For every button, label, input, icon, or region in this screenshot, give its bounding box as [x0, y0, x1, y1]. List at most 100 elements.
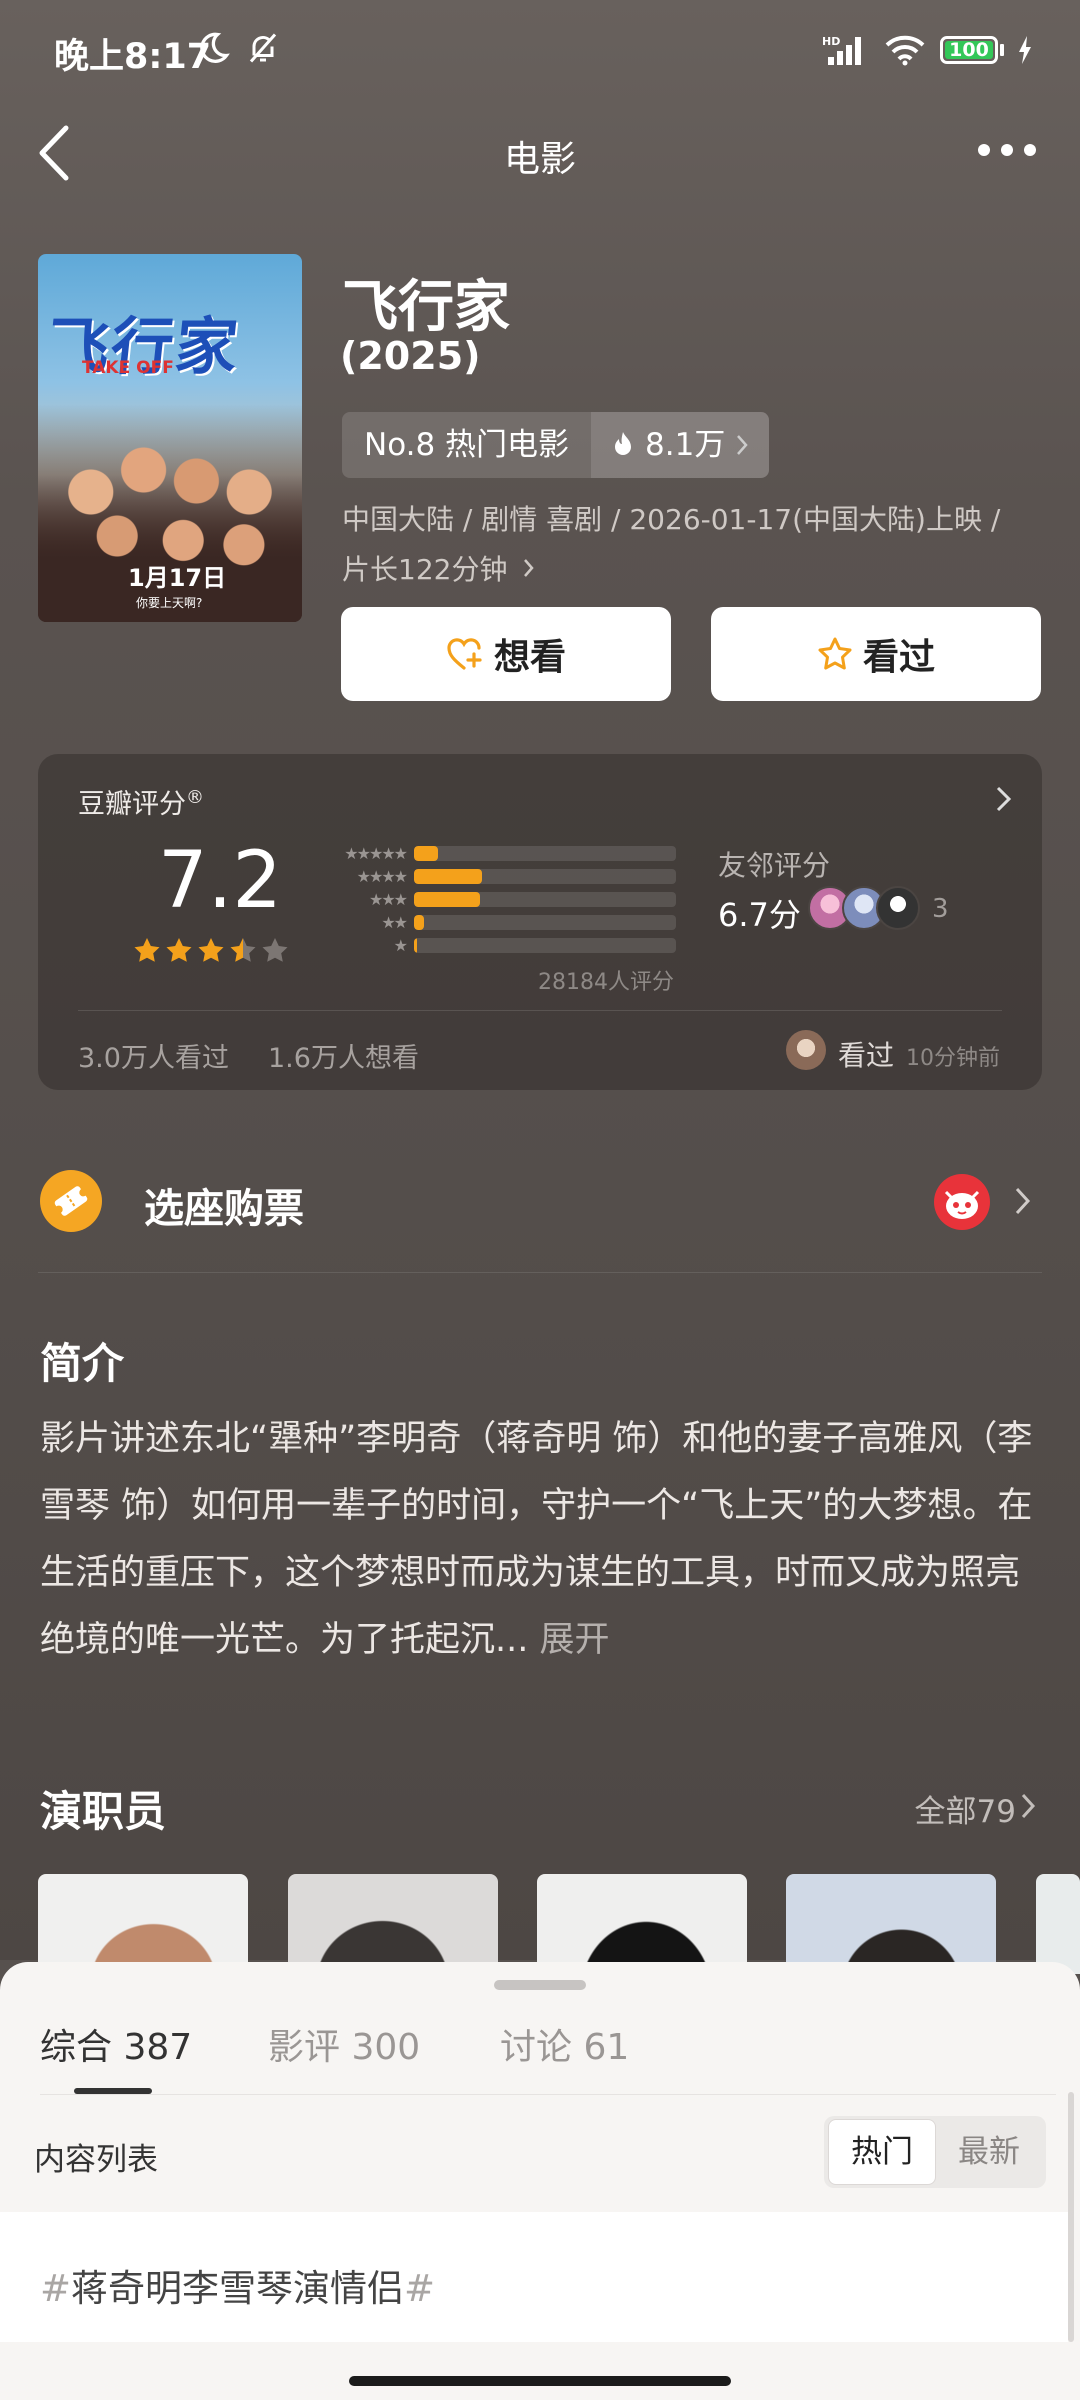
tab-discussions[interactable]: 讨论 61 [500, 2018, 629, 2070]
divider [40, 2094, 1056, 2095]
sheet-drag-handle[interactable] [494, 1980, 586, 1990]
heat-value: 8.1万 [645, 427, 726, 463]
distribution-stars-label: ★★ [381, 913, 408, 932]
poster-subtitle: TAKE OFF [82, 358, 174, 378]
seen-count: 3.0万人看过 [78, 1043, 229, 1074]
avatar [876, 886, 920, 930]
rating-star-icon [198, 938, 224, 962]
divider [38, 1272, 1042, 1273]
cast-member-photo[interactable] [1036, 1874, 1080, 1974]
rating-star-icon [166, 938, 192, 962]
rating-card[interactable]: 豆瓣评分® 7.2 ★★★★★ ★★★★ ★★★ ★★ ★ 28184人评分 友邻评分 … [38, 754, 1042, 1090]
distribution-bar-track [414, 846, 676, 861]
hash-mark: # [40, 2267, 72, 2310]
friends-count: 3 [932, 894, 949, 924]
home-indicator[interactable] [349, 2376, 731, 2386]
rank-label: No.8 热门电影 [364, 427, 570, 463]
distribution-bar-track [414, 915, 676, 930]
battery-level: 100 [945, 41, 993, 60]
avatar [786, 1030, 826, 1070]
status-time: 晚上8:17 [54, 37, 212, 77]
rating-score: 7.2 [158, 836, 283, 926]
chevron-right-icon [996, 786, 1012, 812]
cast-member-photo[interactable] [786, 1874, 996, 1974]
douban-rating-label: 豆瓣评分® [78, 782, 204, 821]
distribution-row: ★★ [310, 911, 730, 934]
distribution-row: ★★★ [310, 888, 730, 911]
registered-mark: ® [186, 787, 204, 808]
divider [78, 1010, 1002, 1011]
chevron-right-icon[interactable] [1020, 1792, 1036, 1820]
flame-icon [615, 432, 632, 455]
maoyan-logo-icon[interactable] [934, 1174, 990, 1230]
seen-label: 看过 [862, 637, 935, 678]
topic-tag[interactable]: #蒋奇明李雪琴演情侣# [40, 2258, 435, 2312]
distribution-bar-fill [414, 915, 425, 930]
rating-star-icon [230, 938, 256, 962]
content-list-label: 内容列表 [34, 2142, 158, 2178]
signal-icon: HD [822, 35, 861, 65]
sort-toggle: 热门 最新 [824, 2116, 1046, 2188]
want-label: 想看 [493, 637, 566, 678]
cast-member-photo[interactable] [537, 1874, 747, 1974]
chevron-right-icon [737, 435, 749, 455]
distribution-bar-track [414, 869, 676, 884]
topic-title: 蒋奇明李雪琴演情侣 [71, 2267, 405, 2310]
bell-off-icon [249, 33, 277, 63]
distribution-stars-label: ★ [393, 936, 408, 955]
want-to-watch-button[interactable]: 想看 [341, 607, 671, 701]
movie-duration: 片长122分钟 [342, 553, 508, 586]
distribution-bar-fill [414, 892, 480, 907]
page-title: 电影 [503, 139, 576, 180]
rank-pill[interactable]: No.8 热门电影 8.1万 [342, 412, 770, 478]
distribution-row: ★★★★★ [310, 842, 730, 865]
scrollbar[interactable] [1068, 2092, 1074, 2342]
friend-avatars [808, 886, 920, 930]
hash-mark: # [404, 2267, 436, 2310]
rating-count: 28184人评分 [538, 970, 674, 995]
movie-poster[interactable]: 飞行家 TAKE OFF 1月17日 你要上天啊? [38, 254, 302, 622]
movie-year: (2025) [340, 334, 481, 378]
moon-icon [200, 32, 230, 63]
bottom-sheet[interactable]: 综合 387 影评 300 讨论 61 内容列表 热门 最新 #蒋奇明李雪琴演情… [0, 1962, 1080, 2400]
tab-overall[interactable]: 综合 387 [40, 2018, 192, 2070]
distribution-bar-fill [414, 938, 417, 953]
charging-icon [1019, 36, 1031, 64]
ticket-icon[interactable] [40, 1170, 102, 1232]
signal-hd-label: HD [822, 35, 840, 48]
cast-member-photo[interactable] [38, 1874, 248, 1974]
douban-rating-text: 豆瓣评分 [78, 789, 186, 820]
sort-latest-button[interactable]: 最新 [936, 2120, 1042, 2184]
distribution-stars-label: ★★★ [368, 890, 408, 909]
cast-all-link[interactable]: 全部79 [915, 1786, 1016, 1831]
intro-text[interactable]: 影片讲述东北“犟种”李明奇（蒋奇明 饰）和他的妻子高雅风（李雪琴 饰）如何用一辈… [40, 1406, 1040, 1674]
battery-icon: 100 [940, 36, 998, 64]
tab-reviews[interactable]: 影评 300 [268, 2018, 420, 2070]
cast-title: 演职员 [40, 1787, 167, 1836]
sort-hot-button[interactable]: 热门 [828, 2119, 936, 2185]
chevron-right-icon[interactable] [1014, 1186, 1032, 1216]
buy-ticket-label[interactable]: 选座购票 [144, 1176, 304, 1234]
poster-tagline: 你要上天啊? [136, 596, 203, 610]
expand-link[interactable]: 展开 [540, 1620, 610, 1660]
distribution-bar-fill [414, 869, 483, 884]
battery-tip [1000, 44, 1004, 56]
rating-star-icon [262, 938, 288, 962]
movie-title: 飞行家 [342, 275, 510, 340]
wifi-icon [885, 35, 925, 66]
want-count: 1.6万人想看 [268, 1043, 419, 1074]
watched-button[interactable]: 看过 [711, 607, 1041, 701]
movie-duration-row[interactable]: 片长122分钟 [342, 548, 536, 588]
distribution-stars-label: ★★★★★ [344, 844, 408, 863]
movie-meta: 中国大陆 / 剧情 喜剧 / 2026-01-17(中国大陆)上映 / [342, 503, 1001, 536]
status-indicators: HD 100 [822, 30, 1032, 70]
more-options-icon[interactable] [978, 140, 1036, 160]
user-action-time: 10分钟前 [906, 1046, 1000, 1071]
heart-plus-icon [447, 638, 482, 670]
rating-stars [132, 936, 290, 966]
rating-distribution: ★★★★★ ★★★★ ★★★ ★★ ★ [310, 842, 730, 957]
distribution-bar-track [414, 892, 676, 907]
cast-member-photo[interactable] [288, 1874, 498, 1974]
user-action: 看过 [838, 1039, 895, 1072]
poster-date: 1月17日 [128, 564, 227, 592]
